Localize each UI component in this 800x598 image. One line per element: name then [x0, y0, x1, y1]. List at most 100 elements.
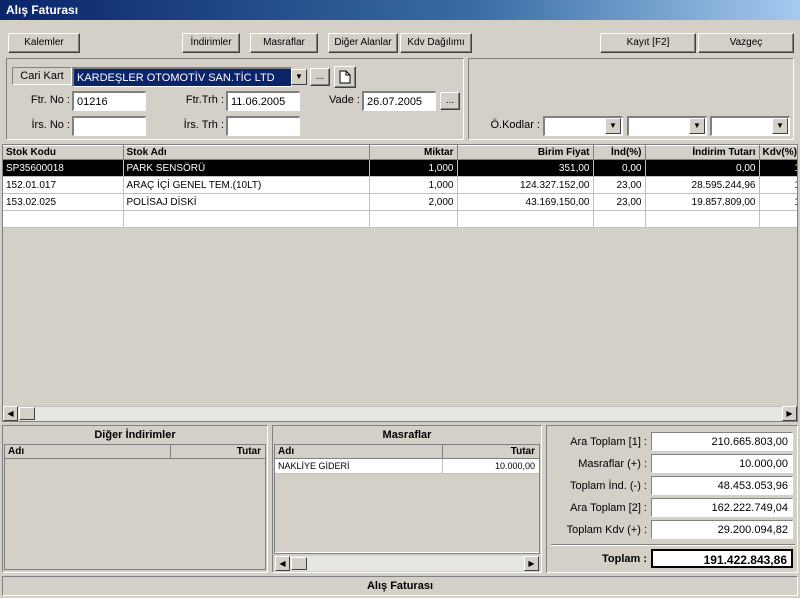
items-header-row: Stok Kodu Stok Adı Miktar Birim Fiyat İn…	[3, 145, 797, 160]
toplam-ind-value: 48.453.053,96	[651, 476, 793, 495]
irs-trh-field[interactable]	[226, 116, 300, 136]
list-item[interactable]: NAKLİYE GİDERİ 10.000,00	[275, 459, 539, 474]
irs-trh-label: İrs. Trh :	[183, 119, 224, 131]
col-header-ind[interactable]: İnd(%)	[593, 145, 646, 160]
ozel-kod-1-dropdown-icon[interactable]: ▼	[605, 118, 621, 134]
diger-indirimler-grid[interactable]: Adı Tutar	[4, 444, 266, 570]
masraflar-scroll-thumb[interactable]	[291, 557, 307, 570]
toplam-ind-label: Toplam İnd. (-) :	[569, 480, 647, 492]
kalemler-button[interactable]: Kalemler	[8, 33, 80, 53]
toplam-label: Toplam :	[601, 553, 647, 565]
irs-no-label: İrs. No :	[31, 119, 70, 131]
cell-birim-fiyat[interactable]: 43.169.150,00	[457, 193, 594, 211]
ftr-trh-field[interactable]: 11.06.2005	[226, 91, 300, 111]
table-row[interactable]: 153.02.025 POLİSAJ DİSKİ 2,000 43.169.15…	[3, 193, 797, 211]
masraflar-header: Adı Tutar	[275, 445, 539, 459]
cell-kdv[interactable]: 18,00	[759, 193, 797, 211]
diger-indirimler-title: Diğer İndirimler	[94, 429, 176, 441]
masraflar-panel: Masraflar Adı Tutar NAKLİYE GİDERİ 10.00…	[272, 425, 542, 573]
masraflar-col-adi[interactable]: Adı	[275, 445, 443, 458]
status-bar: Alış Faturası	[2, 576, 798, 596]
diger-alanlar-button[interactable]: Diğer Alanlar	[328, 33, 398, 53]
table-row[interactable]: SP35600018 PARK SENSÖRÜ 1,000 351,00 0,0…	[3, 159, 797, 177]
cell-miktar[interactable]: 1,000	[369, 159, 458, 177]
scroll-thumb[interactable]	[19, 407, 35, 420]
cell-ind[interactable]: 23,00	[593, 176, 646, 194]
cari-kart-label: Cari Kart	[12, 67, 72, 85]
indirimler-button[interactable]: İndirimler	[182, 33, 240, 53]
masraflar-grid[interactable]: Adı Tutar NAKLİYE GİDERİ 10.000,00	[274, 444, 540, 554]
cell-stok-kodu[interactable]: SP35600018	[3, 159, 124, 177]
scroll-right-icon[interactable]: ▶	[782, 406, 797, 421]
cari-kart-field[interactable]: KARDEŞLER OTOMOTİV SAN.TİC LTD	[72, 67, 292, 87]
ara-toplam-1-value: 210.665.803,00	[651, 432, 793, 451]
table-row[interactable]: 152.01.017 ARAÇ İÇİ GENEL TEM.(10LT) 1,0…	[3, 176, 797, 194]
col-header-stok-kodu[interactable]: Stok Kodu	[3, 145, 124, 160]
table-row-empty[interactable]	[3, 210, 797, 228]
cell-ind[interactable]: 23,00	[593, 193, 646, 211]
ara-toplam-1-label: Ara Toplam [1] :	[570, 436, 647, 448]
cell-indirim-tutari[interactable]: 28.595.244,96	[645, 176, 760, 194]
masraflar-total-label: Masraflar (+) :	[578, 458, 647, 470]
col-header-birim-fiyat[interactable]: Birim Fiyat	[457, 145, 594, 160]
masraflar-total-value: 10.000,00	[651, 454, 793, 473]
col-header-indirim-tutari[interactable]: İndirim Tutarı	[645, 145, 760, 160]
cell-kdv[interactable]: 18,00	[759, 159, 797, 177]
cell-indirim-tutari[interactable]: 0,00	[645, 159, 760, 177]
col-header-stok-adi[interactable]: Stok Adı	[123, 145, 370, 160]
cell-birim-fiyat[interactable]: 124.327.152,00	[457, 176, 594, 194]
cell-stok-kodu[interactable]: 152.01.017	[3, 176, 124, 194]
col-header-miktar[interactable]: Miktar	[369, 145, 458, 160]
toplam-kdv-label: Toplam Kdv (+) :	[566, 524, 647, 536]
totals-panel: Ara Toplam [1] : 210.665.803,00 Masrafla…	[546, 425, 798, 573]
diger-indirimler-body	[5, 459, 265, 569]
cell-miktar[interactable]: 2,000	[369, 193, 458, 211]
ozel-kod-3-dropdown-icon[interactable]: ▼	[772, 118, 788, 134]
masraflar-body	[275, 474, 539, 552]
masraf-adi[interactable]: NAKLİYE GİDERİ	[275, 459, 443, 473]
diger-indirimler-col-tutar[interactable]: Tutar	[171, 445, 265, 458]
cell-stok-adi[interactable]: ARAÇ İÇİ GENEL TEM.(10LT)	[123, 176, 370, 194]
diger-indirimler-header: Adı Tutar	[5, 445, 265, 459]
ftr-trh-label: Ftr.Trh :	[185, 94, 224, 106]
items-table: Stok Kodu Stok Adı Miktar Birim Fiyat İn…	[3, 145, 797, 228]
kayit-button[interactable]: Kayıt [F2]	[600, 33, 696, 53]
vazgec-button[interactable]: Vazgeç	[698, 33, 794, 53]
ozel-kod-2-dropdown-icon[interactable]: ▼	[689, 118, 705, 134]
masraflar-horizontal-scrollbar[interactable]	[275, 556, 539, 571]
diger-indirimler-panel: Diğer İndirimler Adı Tutar	[2, 425, 268, 573]
vade-field[interactable]: 26.07.2005	[362, 91, 436, 111]
cari-kart-dropdown-icon[interactable]: ▼	[291, 69, 307, 85]
cell-kdv[interactable]: 18,00	[759, 176, 797, 194]
cell-stok-adi[interactable]: POLİSAJ DİSKİ	[123, 193, 370, 211]
totals-divider	[551, 544, 795, 546]
ftr-no-label: Ftr. No :	[30, 94, 70, 106]
col-header-kdv[interactable]: Kdv(%)	[759, 145, 797, 160]
items-grid: Stok Kodu Stok Adı Miktar Birim Fiyat İn…	[2, 144, 798, 422]
irs-no-field[interactable]	[72, 116, 146, 136]
ara-toplam-2-label: Ara Toplam [2] :	[570, 502, 647, 514]
cell-stok-kodu[interactable]: 153.02.025	[3, 193, 124, 211]
new-document-icon[interactable]	[334, 66, 356, 88]
masraf-tutar[interactable]: 10.000,00	[443, 459, 539, 473]
cell-birim-fiyat[interactable]: 351,00	[457, 159, 594, 177]
cell-stok-adi[interactable]: PARK SENSÖRÜ	[123, 159, 370, 177]
toplam-value: 191.422.843,86	[651, 549, 793, 568]
masraflar-scroll-right-icon[interactable]: ▶	[524, 556, 539, 571]
cari-kart-browse-button[interactable]: ...	[310, 68, 330, 86]
diger-indirimler-col-adi[interactable]: Adı	[5, 445, 171, 458]
masraflar-scroll-left-icon[interactable]: ◀	[275, 556, 290, 571]
masraflar-col-tutar[interactable]: Tutar	[443, 445, 539, 458]
kdv-dagilimi-button[interactable]: Kdv Dağılımı	[400, 33, 472, 53]
masraflar-button[interactable]: Masraflar	[250, 33, 318, 53]
cell-indirim-tutari[interactable]: 19.857.809,00	[645, 193, 760, 211]
ftr-no-field[interactable]: 01216	[72, 91, 146, 111]
cell-ind[interactable]: 0,00	[593, 159, 646, 177]
cell-miktar[interactable]: 1,000	[369, 176, 458, 194]
vade-browse-button[interactable]: ...	[440, 92, 460, 110]
window-title: Alış Faturası	[0, 0, 800, 20]
items-horizontal-scrollbar[interactable]	[3, 406, 797, 421]
scroll-left-icon[interactable]: ◀	[3, 406, 18, 421]
ara-toplam-2-value: 162.222.749,04	[651, 498, 793, 517]
vade-label: Vade :	[329, 94, 360, 106]
